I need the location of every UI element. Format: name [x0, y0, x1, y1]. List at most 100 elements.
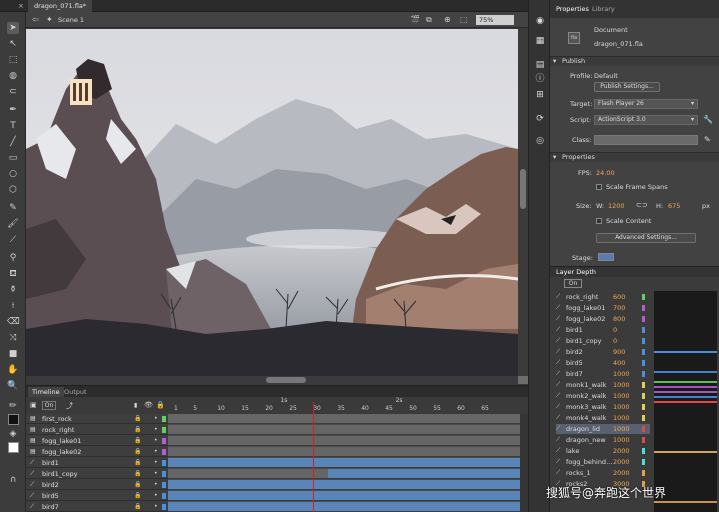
timeline-layer-row[interactable]: ⟋ bird2 🔒 • — [26, 480, 168, 490]
pencil-icon[interactable]: ✎ — [704, 135, 711, 144]
height-value[interactable]: 675 — [668, 202, 680, 210]
text-tool-icon[interactable]: T — [7, 120, 19, 132]
width-value[interactable]: 1200 — [608, 202, 625, 210]
layer-depth-value[interactable]: 2000 — [613, 447, 630, 455]
timeline-frame-row[interactable] — [168, 458, 520, 468]
transform-icon[interactable]: ⊞ — [535, 90, 545, 100]
camera-tool-icon[interactable]: ■ — [7, 348, 19, 360]
timeline-frame-row[interactable] — [168, 480, 520, 490]
zoom-select[interactable]: 75% — [476, 15, 514, 25]
lock-icon[interactable]: 🔒 — [134, 503, 141, 510]
layer-depth-value[interactable]: 1000 — [613, 370, 630, 378]
scale-frame-spans-checkbox[interactable] — [596, 184, 602, 190]
visibility-dot-icon[interactable]: • — [154, 470, 158, 477]
tab-output[interactable]: Output — [60, 387, 91, 397]
timeline-frame-row[interactable] — [168, 425, 520, 435]
eye-icon[interactable]: 👁 — [144, 401, 153, 409]
ink-bottle-icon[interactable]: ⚱ — [7, 284, 19, 296]
layer-depth-row[interactable]: ⟋ monk4_walk 1000 — [556, 413, 650, 423]
lock-icon[interactable]: 🔒 — [134, 470, 141, 477]
layer-color-box[interactable] — [162, 471, 166, 477]
highlight-icon[interactable]: ▮ — [134, 402, 137, 409]
layer-depth-value[interactable]: 900 — [613, 348, 625, 356]
layer-depth-value[interactable]: 1000 — [613, 403, 630, 411]
lock-icon[interactable]: 🔒 — [134, 492, 141, 499]
eyedropper-icon[interactable]: ⟊ — [7, 300, 19, 312]
layer-depth-value[interactable]: 800 — [613, 315, 625, 323]
playhead[interactable] — [313, 402, 315, 512]
layer-depth-value[interactable]: 1000 — [613, 425, 630, 433]
timeline-layer-row[interactable]: ▤ rock_right 🔒 • — [26, 425, 168, 435]
timeline-frames[interactable] — [168, 414, 520, 512]
lock-icon[interactable]: 🔒 — [156, 401, 165, 409]
brush-tool-icon[interactable]: 🖌 — [7, 218, 19, 230]
timeline-layer-row[interactable]: ⟋ bird1 🔒 • — [26, 458, 168, 468]
layer-depth-row[interactable]: ⟋ fogg_lake01 700 — [556, 303, 650, 313]
line-tool-icon[interactable]: ╱ — [7, 136, 19, 148]
target-select[interactable]: Flash Player 26 — [594, 99, 698, 109]
fill-color-swatch[interactable] — [8, 442, 19, 453]
layer-depth-row[interactable]: ⟋ monk3_walk 1000 — [556, 402, 650, 412]
document-tab[interactable]: dragon_071.fla* — [28, 0, 93, 12]
lock-icon[interactable]: 🔒 — [134, 415, 141, 422]
layer-depth-row[interactable]: ⟋ fogg_behind... 2000 — [556, 457, 650, 467]
lock-icon[interactable]: 🔒 — [134, 459, 141, 466]
visibility-dot-icon[interactable]: • — [154, 415, 158, 422]
layer-depth-value[interactable]: 1000 — [613, 381, 630, 389]
timeline-frame-row[interactable] — [168, 447, 520, 457]
script-select[interactable]: ActionScript 3.0 — [594, 115, 698, 125]
fps-value[interactable]: 24.00 — [596, 169, 615, 177]
info-icon[interactable]: ⓘ — [535, 74, 545, 84]
timeline-layer-row[interactable]: ▤ first_rock 🔒 • — [26, 414, 168, 424]
timeline-frame-row[interactable] — [168, 469, 520, 479]
3d-rotation-icon[interactable]: ◍ — [7, 70, 19, 82]
layer-depth-row[interactable]: ⟋ bird1 0 — [556, 325, 650, 335]
snap-magnet-icon[interactable]: ∩ — [7, 474, 19, 486]
layer-color-box[interactable] — [162, 493, 166, 499]
visibility-dot-icon[interactable]: • — [154, 448, 158, 455]
bone-tool-icon[interactable]: ⚲ — [7, 252, 19, 264]
polystar-tool-icon[interactable]: ⬡ — [7, 184, 19, 196]
lasso-icon[interactable]: ⊂ — [7, 86, 19, 98]
advanced-settings-button[interactable]: Advanced Settings... — [596, 233, 696, 243]
layer-color-box[interactable] — [162, 482, 166, 488]
pencil-tool-icon[interactable]: ✎ — [7, 202, 19, 214]
layer-depth-graph[interactable] — [654, 291, 717, 512]
hand-tool-icon[interactable]: ✋ — [7, 364, 19, 376]
layer-depth-toggle-button[interactable]: On — [42, 401, 56, 410]
tab-properties[interactable]: Properties — [556, 5, 589, 13]
visibility-dot-icon[interactable]: • — [154, 437, 158, 444]
stage-horizontal-scroll-thumb[interactable] — [266, 377, 306, 383]
layer-depth-value[interactable]: 1000 — [613, 436, 630, 444]
layer-depth-row[interactable]: ⟋ lake 2000 — [556, 446, 650, 456]
layer-color-box[interactable] — [162, 449, 166, 455]
zoom-tool-icon[interactable]: 🔍 — [7, 380, 19, 392]
stroke-color-swatch[interactable] — [8, 414, 19, 425]
timeline-layer-row[interactable]: ⟋ bird7 🔒 • — [26, 502, 168, 512]
layer-depth-row[interactable]: ⟋ bird7 1000 — [556, 369, 650, 379]
layer-depth-value[interactable]: 400 — [613, 359, 625, 367]
layer-depth-value[interactable]: 1000 — [613, 392, 630, 400]
timeline-frame-row[interactable] — [168, 502, 520, 512]
camera-icon[interactable]: ▣ — [30, 401, 37, 409]
stage-vertical-scrollbar[interactable] — [518, 29, 528, 376]
free-transform-icon[interactable]: ⬚ — [7, 54, 19, 66]
center-stage-icon[interactable]: ⊕ — [444, 15, 451, 24]
align-icon[interactable]: ▤ — [535, 60, 545, 70]
width-tool-icon[interactable]: ⤨ — [7, 332, 19, 344]
back-arrow-icon[interactable]: ⇦ — [32, 15, 39, 24]
layer-depth-value[interactable]: 600 — [613, 293, 625, 301]
layer-depth-value[interactable]: 2000 — [613, 469, 630, 477]
layer-depth-value[interactable]: 0 — [613, 337, 617, 345]
stage-artwork[interactable] — [26, 29, 518, 376]
visibility-dot-icon[interactable]: • — [154, 503, 158, 510]
scale-content-checkbox[interactable] — [596, 218, 602, 224]
layer-color-box[interactable] — [162, 416, 166, 422]
visibility-dot-icon[interactable]: • — [154, 481, 158, 488]
lock-icon[interactable]: 🔒 — [134, 426, 141, 433]
layer-depth-value[interactable]: 700 — [613, 304, 625, 312]
rectangle-tool-icon[interactable]: ▭ — [7, 152, 19, 164]
timeline-frame-row[interactable] — [168, 491, 520, 501]
oval-tool-icon[interactable]: ○ — [7, 168, 19, 180]
tab-timeline[interactable]: Timeline — [28, 387, 64, 397]
